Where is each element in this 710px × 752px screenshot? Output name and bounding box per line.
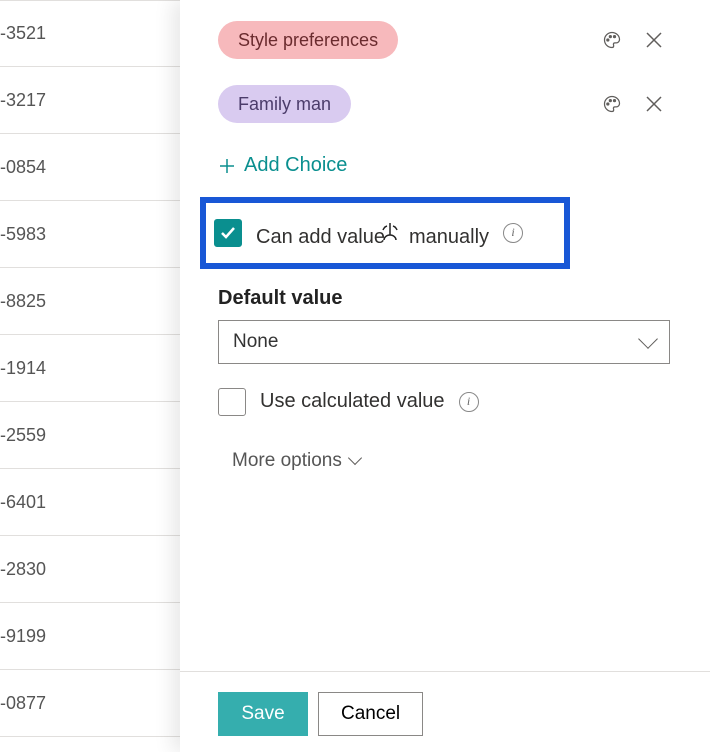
table-row[interactable]: 10-1914	[0, 335, 180, 402]
add-choice-button[interactable]: Add Choice	[218, 154, 347, 177]
more-options-toggle[interactable]: More options	[232, 450, 360, 472]
table-row[interactable]: 55-2559	[0, 402, 180, 469]
table-row[interactable]: 54-2830	[0, 536, 180, 603]
use-calculated-value-checkbox[interactable]: Use calculated value i	[218, 388, 670, 416]
checkbox-label: Use calculated value	[260, 390, 445, 413]
palette-icon[interactable]	[596, 88, 628, 120]
table-row[interactable]: 57-0877	[0, 670, 180, 737]
table-row[interactable]: 29-3217	[0, 67, 180, 134]
add-choice-label: Add Choice	[244, 154, 347, 177]
table-row[interactable]: 73-5983	[0, 201, 180, 268]
choice-pill-family-man[interactable]: Family man	[218, 85, 351, 123]
column-settings-panel: Style preferences Family man	[180, 0, 710, 752]
table-row[interactable]: 59-3521	[0, 0, 180, 67]
default-value-dropdown[interactable]: None	[218, 320, 670, 364]
mouse-cursor-icon	[379, 220, 403, 246]
table-row[interactable]: 13-9199	[0, 603, 180, 670]
choice-pill-style-preferences[interactable]: Style preferences	[218, 21, 398, 59]
info-icon[interactable]: i	[503, 223, 523, 243]
highlight-annotation: Can add values manually Can add value ma…	[200, 197, 570, 269]
background-list: 59-3521 29-3217 43-0854 73-5983 46-8825 …	[0, 0, 180, 752]
choice-label: Family man	[238, 94, 331, 115]
save-button[interactable]: Save	[218, 692, 308, 736]
checkbox-label: Can add values manually Can add value ma…	[256, 217, 489, 249]
chevron-down-icon	[348, 450, 362, 464]
choice-row: Style preferences	[218, 12, 670, 68]
checkbox-icon	[214, 219, 242, 247]
close-icon[interactable]	[638, 88, 670, 120]
choice-row: Family man	[218, 76, 670, 132]
plus-icon	[218, 157, 236, 175]
info-icon[interactable]: i	[459, 392, 479, 412]
more-options-label: More options	[232, 450, 342, 472]
chevron-down-icon	[638, 329, 658, 349]
table-row[interactable]: 46-8825	[0, 268, 180, 335]
can-add-values-manually-checkbox[interactable]: Can add values manually Can add value ma…	[214, 217, 552, 249]
default-value-label: Default value	[218, 287, 670, 310]
table-row[interactable]: 43-0854	[0, 134, 180, 201]
cancel-button[interactable]: Cancel	[318, 692, 423, 736]
table-row[interactable]: 35-6401	[0, 469, 180, 536]
panel-footer: Save Cancel	[180, 671, 710, 752]
checkbox-icon	[218, 388, 246, 416]
dropdown-selected: None	[233, 331, 278, 353]
palette-icon[interactable]	[596, 24, 628, 56]
choice-label: Style preferences	[238, 30, 378, 51]
close-icon[interactable]	[638, 24, 670, 56]
